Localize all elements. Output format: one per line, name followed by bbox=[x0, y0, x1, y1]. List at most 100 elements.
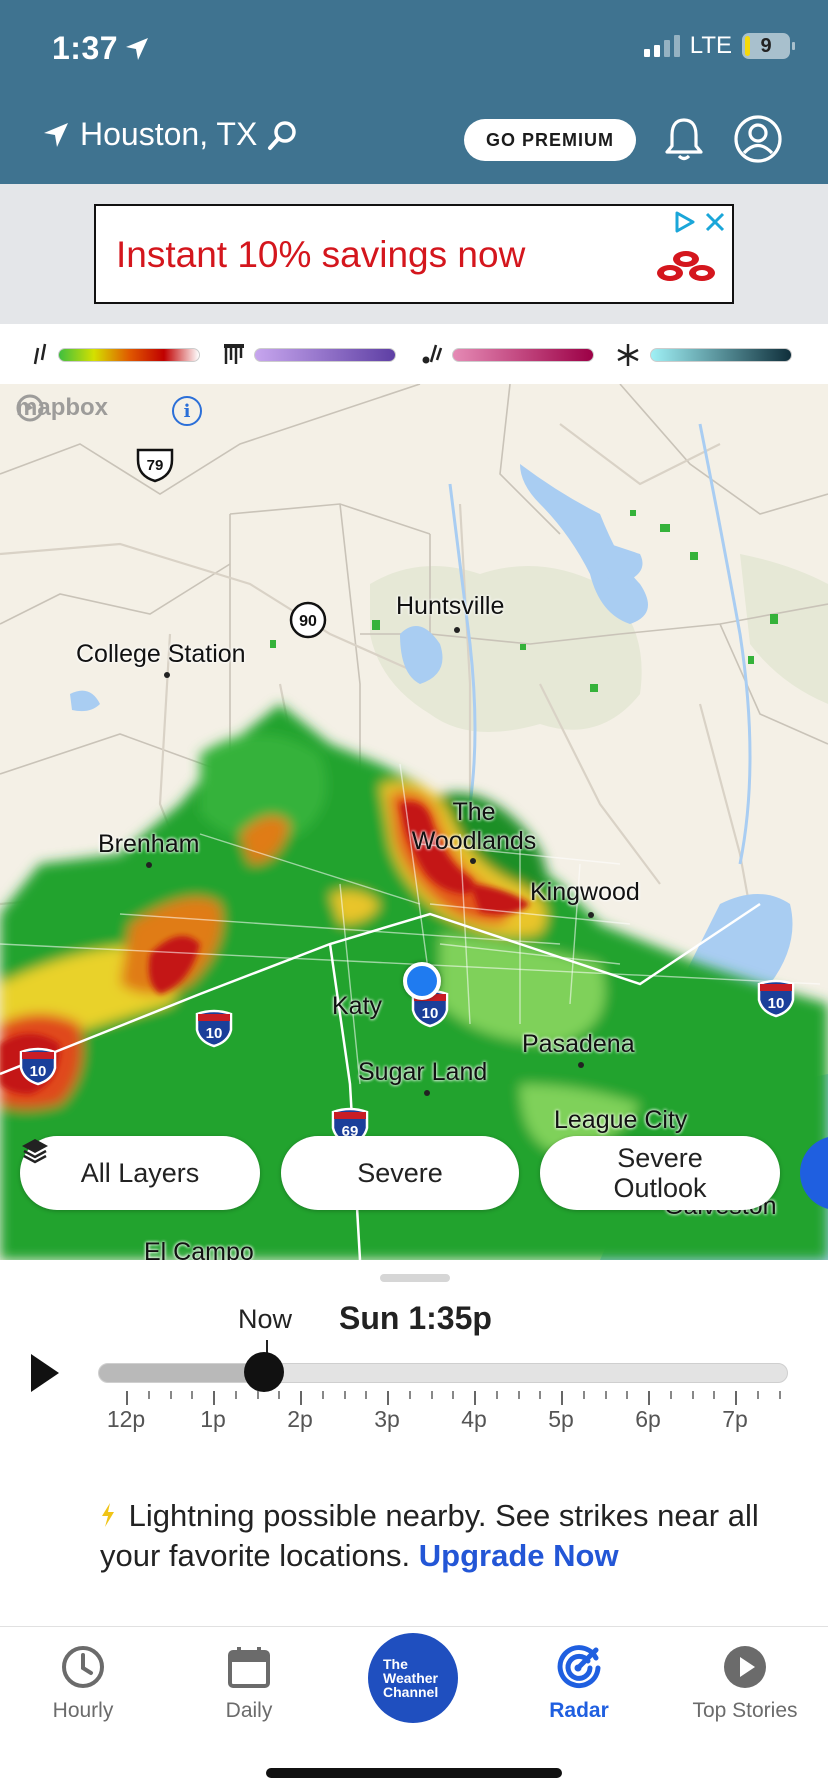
weather-channel-logo[interactable]: The Weather Channel bbox=[368, 1633, 458, 1723]
ad-banner-area: Instant 10% savings now bbox=[0, 184, 828, 324]
layers-icon bbox=[22, 1139, 48, 1164]
city-huntsville: Huntsville bbox=[396, 592, 505, 620]
city-pasadena: Pasadena bbox=[522, 1030, 635, 1058]
snow-icon bbox=[616, 342, 640, 374]
minor-tick bbox=[256, 1391, 259, 1399]
severe-outlook-line2: Outlook bbox=[613, 1173, 707, 1203]
city-brenham: Brenham bbox=[98, 830, 200, 858]
ice-icon bbox=[222, 342, 246, 374]
rain-icon bbox=[32, 342, 50, 374]
all-layers-button[interactable]: All Layers bbox=[20, 1136, 260, 1210]
ad-choices-icon[interactable] bbox=[672, 210, 696, 234]
lightning-bolt-icon bbox=[102, 1503, 114, 1527]
mapbox-logo: mapbox bbox=[16, 394, 108, 422]
signal-icon bbox=[643, 35, 680, 57]
city-the-woodlands: The Woodlands bbox=[404, 798, 544, 856]
city-dot bbox=[578, 1062, 584, 1068]
city-katy: Katy bbox=[332, 992, 383, 1020]
minor-tick bbox=[365, 1391, 368, 1399]
severe-outlook-button[interactable]: Severe Outlook bbox=[540, 1136, 780, 1210]
minor-tick bbox=[191, 1391, 194, 1399]
timeline-ticks bbox=[98, 1391, 788, 1405]
hour-label: 6p bbox=[635, 1406, 661, 1432]
nav-top-stories[interactable]: Top Stories bbox=[662, 1627, 828, 1747]
snow-scale bbox=[650, 348, 792, 362]
radar-map[interactable]: mapbox i 79 90 10 10 10 10 69 Huntsville… bbox=[0, 384, 828, 1260]
radar-icon bbox=[556, 1643, 602, 1691]
header-bar: 1:37 LTE 9 Houston, TX GO PREMIUM bbox=[0, 0, 828, 184]
hour-label: 12p bbox=[106, 1406, 146, 1432]
hour-label: 3p bbox=[374, 1406, 400, 1432]
now-label: Now bbox=[238, 1304, 293, 1334]
severe-outlook-line1: Severe bbox=[617, 1143, 703, 1173]
minor-tick bbox=[430, 1391, 433, 1399]
minor-tick bbox=[626, 1391, 629, 1399]
minor-tick bbox=[691, 1391, 694, 1399]
hour-tick bbox=[213, 1391, 215, 1405]
search-icon[interactable] bbox=[267, 119, 299, 151]
mapbox-icon bbox=[16, 394, 44, 422]
rain-scale bbox=[58, 348, 200, 362]
ad-choices[interactable] bbox=[672, 210, 726, 234]
profile-icon[interactable] bbox=[733, 114, 783, 169]
minor-tick bbox=[278, 1391, 281, 1399]
upgrade-now-link[interactable]: Upgrade Now bbox=[419, 1538, 619, 1573]
city-the-woodlands-line1: The bbox=[452, 798, 496, 826]
i10-label: 10 bbox=[768, 995, 785, 1012]
hour-tick bbox=[126, 1391, 128, 1405]
i10-label: 10 bbox=[422, 1005, 439, 1022]
minor-tick bbox=[452, 1391, 455, 1399]
hour-label: 5p bbox=[548, 1406, 574, 1432]
city-dot bbox=[588, 912, 594, 918]
hour-tick bbox=[387, 1391, 389, 1405]
go-premium-button[interactable]: GO PREMIUM bbox=[464, 119, 636, 161]
nav-daily[interactable]: Daily bbox=[166, 1627, 332, 1747]
city-dot bbox=[454, 627, 460, 633]
city-dot bbox=[146, 862, 152, 868]
current-location-icon bbox=[44, 122, 68, 147]
us79-label: 79 bbox=[147, 457, 164, 474]
precipitation-legend bbox=[0, 324, 828, 384]
city-college-station: College Station bbox=[76, 640, 246, 668]
i10-label: 10 bbox=[206, 1025, 223, 1042]
mix-scale bbox=[452, 348, 594, 362]
battery-icon: 9 bbox=[742, 33, 795, 59]
mix-icon bbox=[420, 342, 444, 374]
calendar-icon bbox=[226, 1643, 272, 1691]
current-frame-time: Sun 1:35p bbox=[339, 1300, 492, 1336]
location-services-icon bbox=[124, 36, 150, 67]
city-dot bbox=[470, 858, 476, 864]
minor-tick bbox=[169, 1391, 172, 1399]
i10-label: 10 bbox=[30, 1063, 47, 1080]
timeline-progress bbox=[99, 1364, 265, 1382]
play-icon[interactable] bbox=[28, 1352, 62, 1399]
nav-hourly[interactable]: Hourly bbox=[0, 1627, 166, 1747]
notifications-bell-icon[interactable] bbox=[664, 116, 704, 167]
lightning-alert: Lightning possible nearby. See strikes n… bbox=[100, 1496, 760, 1576]
timeline-thumb[interactable] bbox=[243, 1352, 284, 1392]
city-kingwood: Kingwood bbox=[530, 878, 640, 906]
nav-radar-label: Radar bbox=[549, 1699, 609, 1722]
user-location-marker bbox=[403, 962, 441, 1000]
ad-close-icon[interactable] bbox=[704, 210, 726, 234]
timeline-scrubber[interactable] bbox=[98, 1363, 788, 1383]
location-selector[interactable]: Houston, TX bbox=[42, 116, 299, 153]
nav-daily-label: Daily bbox=[225, 1699, 273, 1722]
minor-tick bbox=[778, 1391, 781, 1399]
hour-label: 1p bbox=[200, 1406, 226, 1432]
sheet-drag-handle[interactable] bbox=[380, 1274, 450, 1282]
hour-tick bbox=[300, 1391, 302, 1405]
minor-tick bbox=[539, 1391, 542, 1399]
ad-banner[interactable]: Instant 10% savings now bbox=[94, 204, 734, 304]
city-league-city: League City bbox=[554, 1106, 688, 1134]
city-sugar-land: Sugar Land bbox=[358, 1058, 488, 1086]
city-dot bbox=[164, 672, 170, 678]
battery-level: 9 bbox=[760, 34, 772, 57]
minor-tick bbox=[582, 1391, 585, 1399]
severe-button[interactable]: Severe bbox=[281, 1136, 519, 1210]
hour-label: 2p bbox=[287, 1406, 313, 1432]
map-info-icon[interactable]: i bbox=[172, 396, 202, 426]
city-el-campo: El Campo bbox=[144, 1238, 254, 1260]
nav-radar[interactable]: Radar bbox=[496, 1627, 662, 1747]
ad-text: Instant 10% savings now bbox=[116, 234, 526, 275]
